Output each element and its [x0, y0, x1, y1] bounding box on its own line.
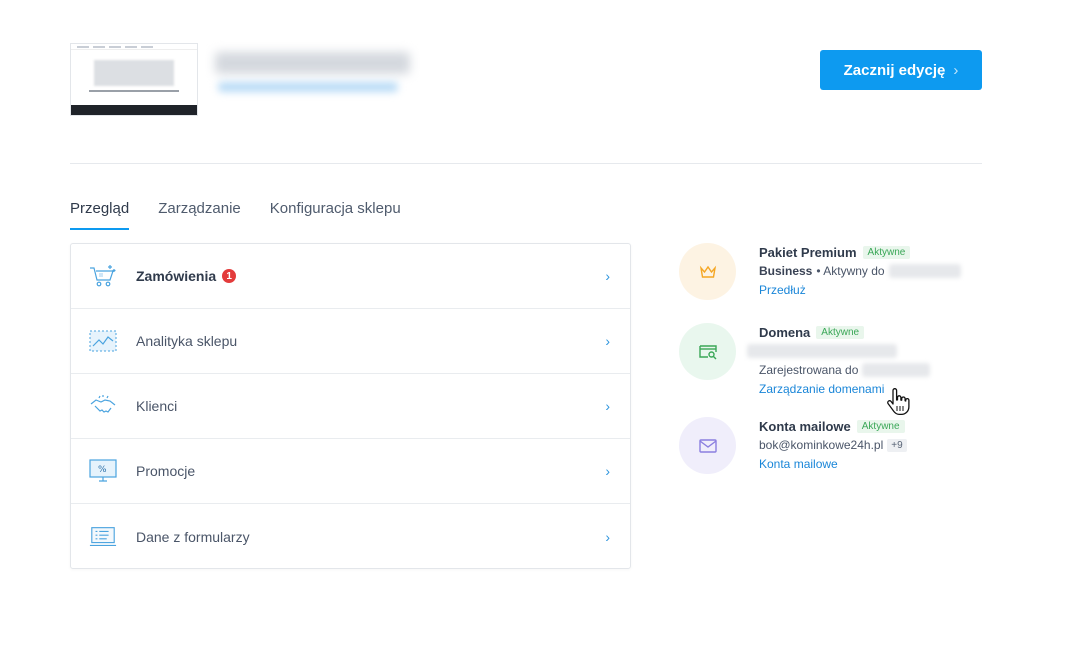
start-editing-button[interactable]: Zacznij edycję › [820, 50, 982, 90]
premium-plan: Business [759, 264, 813, 278]
menu-item-orders[interactable]: Zamówienia 1 › [71, 244, 630, 309]
domain-search-icon [679, 323, 736, 380]
start-editing-label: Zacznij edycję [843, 61, 946, 79]
domain-registered-row: Zarejestrowana do [759, 361, 999, 379]
analytics-chart-icon [89, 327, 117, 355]
premium-expiry-blurred [888, 264, 961, 278]
menu-item-form-data[interactable]: Dane z formularzy › [71, 504, 630, 569]
site-thumbnail[interactable] [70, 43, 198, 116]
premium-title-row: Pakiet Premium Aktywne [759, 243, 999, 261]
menu-item-analytics-label: Analityka sklepu [136, 333, 238, 349]
menu-item-analytics[interactable]: Analityka sklepu › [71, 309, 630, 374]
thumbnail-nav [71, 44, 197, 50]
domain-title-row: Domena Aktywne [759, 323, 999, 341]
menu-item-clients[interactable]: Klienci › [71, 374, 630, 439]
mail-title: Konta mailowe [759, 418, 851, 434]
mail-address-row: bok@kominkowe24h.pl +9 [759, 436, 999, 454]
hand-pointer-cursor-icon [886, 388, 912, 416]
percent-monitor-icon: % [89, 457, 117, 485]
tab-management[interactable]: Zarządzanie [158, 200, 241, 229]
form-laptop-icon [89, 523, 117, 551]
envelope-icon [679, 417, 736, 474]
domain-registered: Zarejestrowana do [759, 363, 859, 377]
premium-plan-detail: • Aktywny do [816, 264, 885, 278]
chevron-right-icon: › [605, 398, 610, 414]
thumbnail-hero [94, 60, 174, 86]
domain-name-row [747, 342, 999, 360]
domain-name-blurred [747, 344, 897, 358]
manage-domains-link[interactable]: Zarządzanie domenami [759, 382, 884, 396]
orders-count-badge: 1 [222, 269, 237, 283]
handshake-icon [89, 392, 117, 420]
tab-overview[interactable]: Przegląd [70, 200, 130, 230]
tab-shop-config[interactable]: Konfiguracja sklepu [270, 200, 401, 229]
menu-item-form-data-label: Dane z formularzy [136, 528, 250, 545]
crown-icon [679, 243, 736, 300]
menu-item-promotions-label: Promocje [136, 463, 196, 479]
chevron-right-icon: › [605, 463, 610, 479]
chevron-right-icon: › [953, 61, 959, 79]
extend-premium-link[interactable]: Przedłuż [759, 283, 806, 297]
menu-item-promotions[interactable]: % Promocje › [71, 439, 630, 504]
chevron-right-icon: › [605, 333, 610, 349]
svg-text:%: % [98, 465, 107, 475]
cart-icon [89, 262, 117, 290]
chevron-right-icon: › [605, 268, 610, 284]
menu-item-clients-label: Klienci [136, 398, 178, 414]
thumbnail-text [89, 90, 179, 92]
site-url-blurred[interactable] [218, 82, 398, 92]
mail-more-count[interactable]: +9 [887, 438, 907, 452]
site-name-blurred [215, 52, 410, 74]
premium-status-badge: Aktywne [862, 245, 911, 259]
mail-status-badge: Aktywne [856, 419, 905, 433]
mail-title-row: Konta mailowe Aktywne [759, 417, 999, 435]
domain-expiry-blurred [862, 363, 931, 377]
chevron-right-icon: › [605, 528, 610, 545]
domain-status-badge: Aktywne [816, 325, 865, 339]
domain-title: Domena [759, 324, 811, 340]
menu-item-orders-label-wrap: Zamówienia 1 [136, 268, 605, 284]
header-divider [70, 163, 982, 164]
tab-bar: Przegląd Zarządzanie Konfiguracja sklepu [70, 200, 401, 230]
menu-item-orders-label: Zamówienia [136, 268, 217, 284]
premium-title: Pakiet Premium [759, 244, 857, 260]
shop-menu-card: Zamówienia 1 › Analityka sklepu › Klienc… [70, 243, 631, 569]
thumbnail-footer [71, 105, 197, 115]
mail-accounts-link[interactable]: Konta mailowe [759, 457, 838, 471]
premium-plan-row: Business • Aktywny do [759, 262, 999, 280]
mail-address: bok@kominkowe24h.pl [759, 438, 884, 452]
